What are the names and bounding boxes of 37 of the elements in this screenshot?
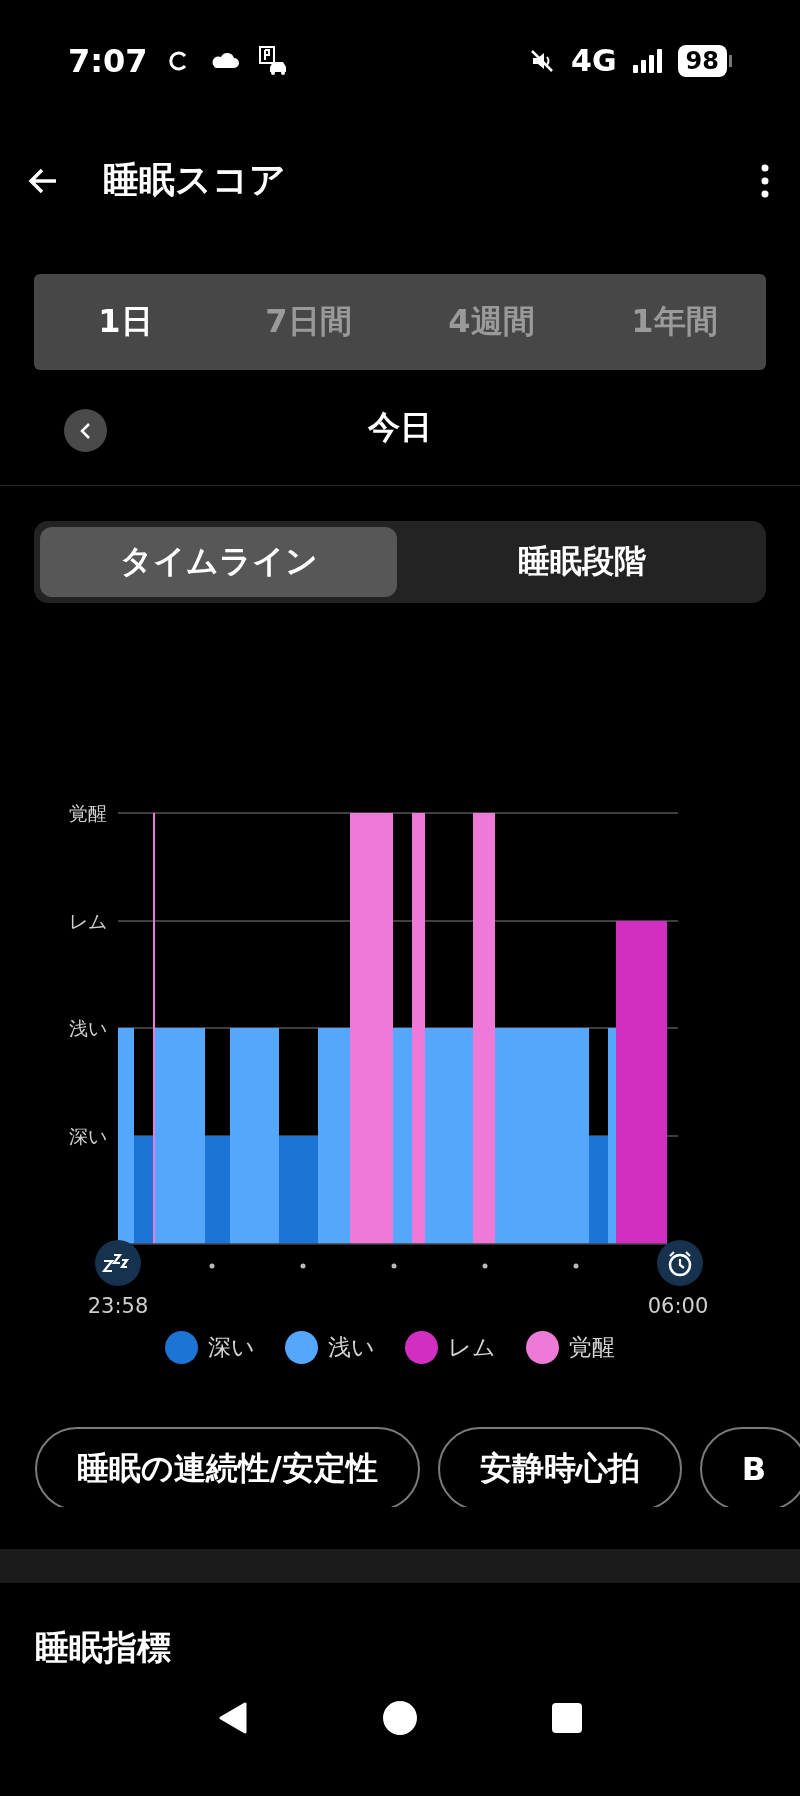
date-label: 今日 [368,406,432,448]
tick-dot [573,1263,579,1269]
previous-day-button[interactable] [64,409,107,453]
status-time: 7:07 [68,41,148,80]
metric-chip[interactable]: B [699,1426,800,1507]
stage-label: レム [69,909,107,932]
battery-level: 98 [677,44,727,77]
page-title: 睡眠スコア [103,158,287,203]
menu-button[interactable] [760,163,770,198]
alarm-clock-icon [657,1239,703,1286]
network-type: 4G [571,43,617,79]
tick-dot [209,1263,215,1269]
legend-label: 浅い [328,1333,375,1363]
view-tab[interactable]: タイムライン [40,527,397,597]
start-time: 23:58 [87,1293,149,1318]
legend-label: 深い [208,1333,255,1363]
tick-dot [300,1263,306,1269]
home-circle-icon [382,1700,418,1737]
sleep-icon [95,1239,141,1286]
recents-square-icon [550,1702,583,1735]
stage-label: 浅い [69,1016,107,1039]
legend-label: レム [448,1333,496,1363]
view-tab[interactable]: 睡眠段階 [403,527,760,597]
period-tab[interactable]: 1日 [34,273,217,371]
tick-dot [391,1263,397,1269]
more-icon [760,163,770,198]
metric-chip[interactable]: 睡眠の連続性/安定性 [35,1426,420,1507]
stage-label: 覚醒 [69,801,107,824]
legend-label: 覚醒 [569,1333,615,1363]
metric-chip[interactable]: 安静時心拍 [437,1426,682,1507]
back-triangle-icon [217,1702,250,1735]
end-time: 06:00 [647,1293,709,1318]
chevron-left-icon [79,421,92,440]
stage-label: 深い [69,1124,107,1147]
section-title: 睡眠指標 [35,1625,172,1669]
tick-dot [482,1263,488,1269]
signal-icon [632,48,662,73]
